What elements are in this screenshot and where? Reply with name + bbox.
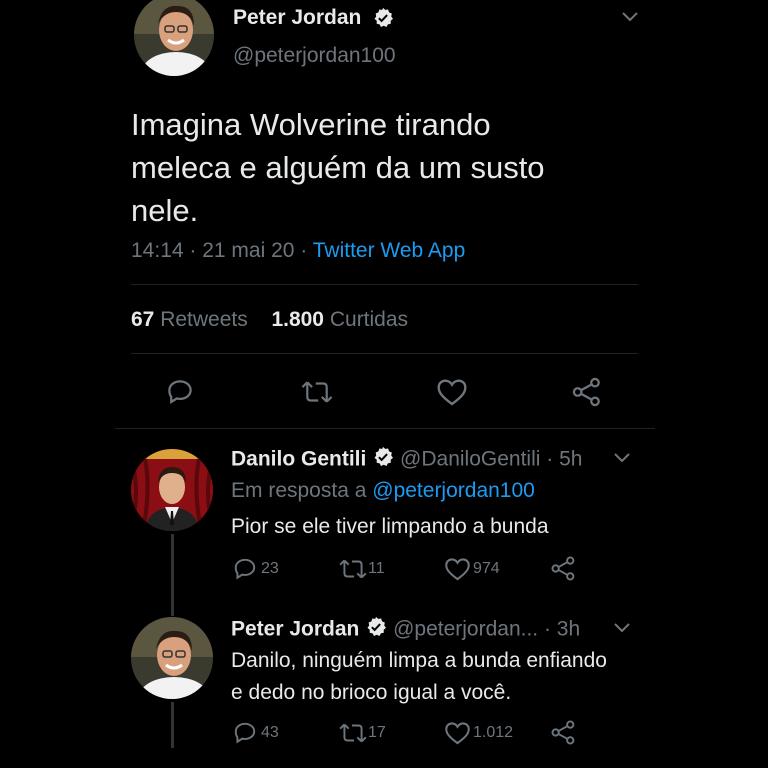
avatar[interactable] (131, 617, 213, 699)
reply-to-prefix: Em resposta a (231, 479, 367, 502)
avatar[interactable] (131, 449, 213, 531)
reply-text: Pior se ele tiver limpando a bunda (231, 512, 549, 542)
author-handle-time[interactable]: @DaniloGentili · 5h (400, 448, 582, 471)
likes-label: Curtidas (329, 308, 409, 331)
reply-text-line: e dedo no brioco igual a você. (231, 681, 512, 704)
reply-count: 43 (261, 724, 279, 741)
reply-text-line: Danilo, ninguém limpa a bunda enfiando (231, 649, 607, 672)
reply-to-line: Em resposta a @peterjordan100 (231, 479, 535, 503)
retweet-icon (338, 720, 368, 746)
avatar[interactable] (134, 0, 214, 76)
reply-count: 23 (261, 560, 279, 577)
retweet-count: 17 (368, 724, 386, 741)
chevron-down-icon[interactable] (612, 621, 632, 635)
retweet-icon (338, 556, 368, 582)
author-name[interactable]: Danilo Gentili (231, 448, 366, 471)
author-handle[interactable]: @peterjordan100 (233, 44, 396, 68)
chevron-down-icon[interactable] (620, 10, 640, 24)
verified-badge-icon (372, 7, 394, 34)
tweet-meta: 14:14 · 21 mai 20 · Twitter Web App (131, 239, 465, 263)
thread-line (171, 702, 174, 748)
author-handle-time[interactable]: @peterjordan... · 3h (393, 618, 580, 641)
tweet-stats: 67 Retweets 1.800 Curtidas (131, 308, 408, 332)
divider (115, 428, 655, 429)
like-count: 974 (473, 560, 500, 577)
reply-to-handle[interactable]: @peterjordan100 (372, 479, 535, 502)
verified-badge-icon (372, 446, 394, 474)
verified-badge-icon (365, 616, 387, 644)
share-icon[interactable] (550, 555, 577, 582)
author-name[interactable]: Peter Jordan (231, 618, 359, 641)
tweet-timestamp[interactable]: 14:14 · 21 mai 20 · (131, 239, 313, 262)
reply-text-line: Pior se ele tiver limpando a bunda (231, 515, 549, 538)
reply-icon (232, 720, 258, 746)
heart-icon (444, 556, 471, 582)
divider (131, 284, 638, 285)
reply-icon[interactable] (165, 377, 195, 407)
reply-header: Danilo Gentili @DaniloGentili · 5h (231, 446, 582, 474)
reply-header: Peter Jordan @peterjordan... · 3h (231, 616, 580, 644)
likes-count: 1.800 (271, 308, 324, 331)
divider (131, 353, 638, 354)
tweet-text-line: meleca e alguém da um susto (131, 150, 545, 185)
share-icon[interactable] (550, 719, 577, 746)
tweet-text-line: nele. (131, 193, 199, 228)
retweet-count: 11 (368, 560, 385, 577)
share-icon[interactable] (571, 376, 603, 408)
retweets-stat[interactable]: 67 Retweets (131, 308, 254, 331)
chevron-down-icon[interactable] (612, 451, 632, 465)
thread-line (171, 534, 174, 616)
tweet-source[interactable]: Twitter Web App (313, 239, 466, 262)
retweet-icon[interactable] (300, 377, 334, 407)
likes-stat[interactable]: 1.800 Curtidas (271, 308, 408, 331)
tweet-text: Imagina Wolverine tirando meleca e algué… (131, 103, 545, 232)
tweet-text-line: Imagina Wolverine tirando (131, 107, 491, 142)
like-count: 1.012 (473, 724, 514, 741)
retweets-label: Retweets (160, 308, 248, 331)
retweets-count: 67 (131, 308, 155, 331)
author-name[interactable]: Peter Jordan (233, 6, 361, 30)
reply-icon (232, 556, 258, 582)
reply-text: Danilo, ninguém limpa a bunda enfiando e… (231, 645, 607, 709)
heart-icon[interactable] (436, 377, 468, 407)
heart-icon (444, 720, 471, 746)
